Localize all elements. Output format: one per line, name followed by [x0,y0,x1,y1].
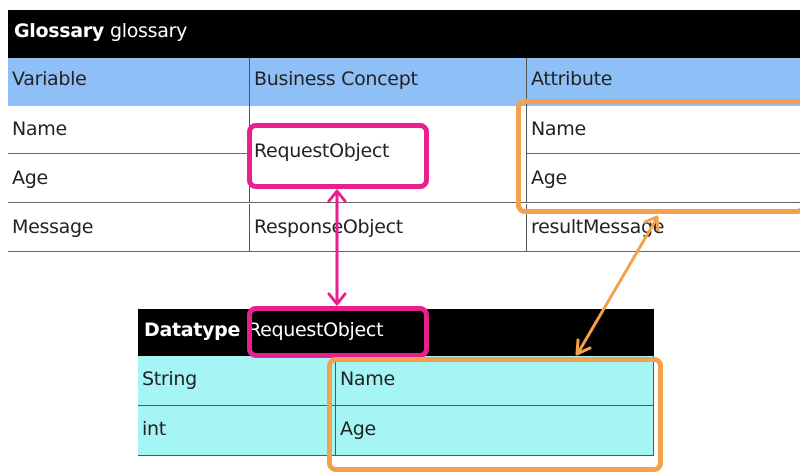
orange-double-arrow [575,215,660,356]
connector-arrows [327,189,660,356]
pink-double-arrow [327,189,347,306]
